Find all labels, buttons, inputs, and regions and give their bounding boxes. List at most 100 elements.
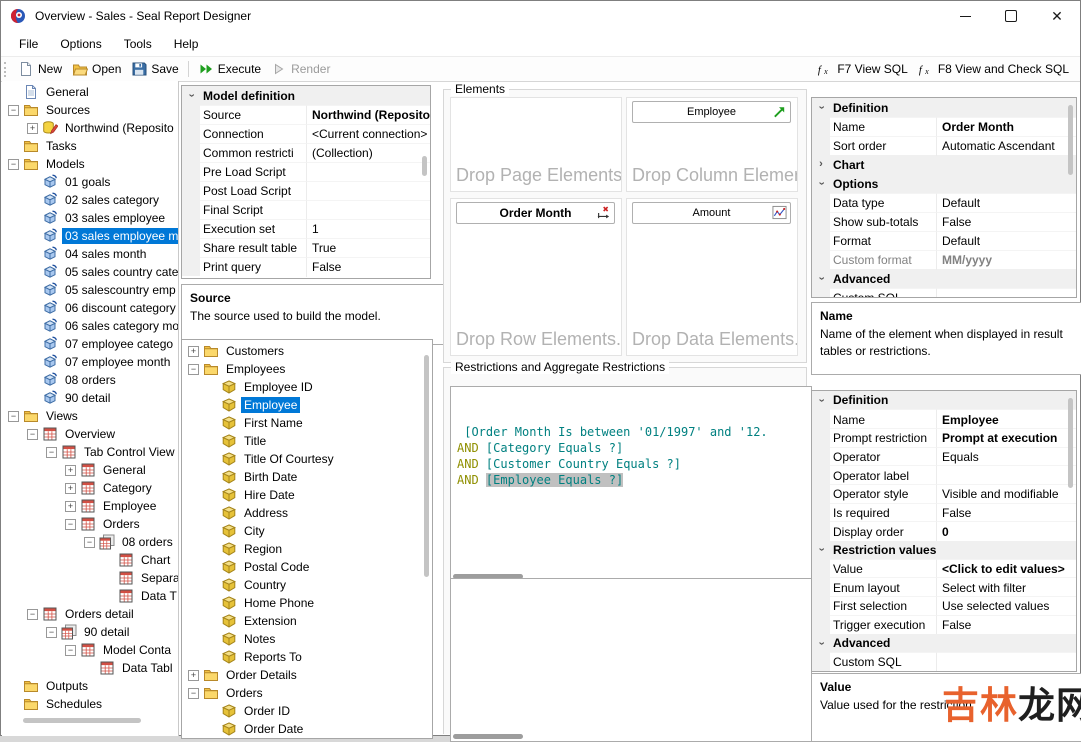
property-category[interactable]: › Definition [812, 391, 1076, 410]
tree-item[interactable]: Home Phone [182, 594, 432, 612]
property-category[interactable]: › Model definition [182, 86, 430, 105]
property-value[interactable] [936, 287, 1076, 297]
tree-item[interactable]: 08 orders [2, 371, 178, 389]
property-value[interactable] [306, 161, 430, 182]
property-row[interactable]: Is required False [812, 502, 1076, 523]
expand-expander-icon[interactable]: + [65, 500, 76, 512]
property-row[interactable]: Source Northwind (Reposito [182, 104, 430, 125]
f8-view-and-check-sql-button[interactable]: f x F8 View and Check SQL [913, 59, 1074, 79]
chevron-down-icon[interactable]: › [815, 273, 827, 284]
tree-item[interactable]: Postal Code [182, 558, 432, 576]
tree-item[interactable]: − 08 orders [2, 533, 178, 551]
tree-item[interactable]: Notes [182, 630, 432, 648]
tree-item[interactable]: − Orders [182, 684, 432, 702]
column-elements-drop-zone[interactable]: Drop Column Elements Employee [626, 97, 798, 192]
execute-button[interactable]: Execute [193, 59, 266, 79]
property-value[interactable]: Automatic Ascendant [936, 135, 1076, 156]
property-value[interactable]: False [306, 256, 430, 277]
expand-expander-icon[interactable]: + [188, 669, 199, 681]
restriction-grid-vscrollbar[interactable] [1068, 398, 1073, 488]
tree-item[interactable]: − Models [2, 155, 178, 173]
menu-item-help[interactable]: Help [163, 33, 210, 55]
property-value[interactable]: (Collection) [306, 142, 430, 163]
tree-item[interactable]: General [2, 83, 178, 101]
page-elements-drop-zone[interactable]: Drop Page Elements... [450, 97, 622, 192]
collapse-expander-icon[interactable]: − [27, 428, 38, 440]
property-row[interactable]: Show sub-totals False [812, 211, 1076, 232]
report-tree[interactable]: General − Sources + Northwind (Reposito Tasks… [2, 81, 179, 736]
tree-item[interactable]: Title [182, 432, 432, 450]
restriction-line[interactable]: AND [Category Equals ?] [457, 440, 805, 456]
property-value[interactable]: True [306, 237, 430, 258]
property-category[interactable]: › Chart [812, 155, 1076, 174]
model-definition-grid[interactable]: › Model definition Source Northwind (Reposi… [181, 85, 431, 279]
collapse-expander-icon[interactable]: − [8, 104, 19, 116]
collapse-expander-icon[interactable]: − [84, 536, 95, 548]
property-row[interactable]: Format Default [812, 230, 1076, 251]
new-button[interactable]: New [13, 59, 67, 79]
tree-item[interactable]: Outputs [2, 677, 178, 695]
property-row[interactable]: Prompt restriction Prompt at execution [812, 427, 1076, 448]
collapse-expander-icon[interactable]: − [65, 518, 76, 530]
tree-item[interactable]: Chart [2, 551, 178, 569]
property-row[interactable]: Value <Click to edit values> [812, 558, 1076, 579]
tree-item[interactable]: Employee [182, 396, 432, 414]
property-value[interactable]: <Click to edit values> [936, 558, 1076, 579]
property-row[interactable]: Operator Equals [812, 446, 1076, 467]
property-row[interactable]: Name Order Month [812, 116, 1076, 137]
tree-item[interactable]: Address [182, 504, 432, 522]
tree-item[interactable]: + Category [2, 479, 178, 497]
maximize-button[interactable] [988, 1, 1034, 31]
property-row[interactable]: Custom format MM/yyyy [812, 249, 1076, 270]
close-button[interactable]: ✕ [1034, 1, 1080, 31]
property-value[interactable]: Default [936, 230, 1076, 251]
restriction-line[interactable]: [Order Month Is between '01/1997' and '1… [457, 424, 805, 440]
property-row[interactable]: Trigger execution False [812, 614, 1076, 635]
property-row[interactable]: Enum layout Select with filter [812, 577, 1076, 598]
tree-item[interactable]: 04 sales month [2, 245, 178, 263]
restriction-property-grid[interactable]: › Definition Name Employee Prompt restrictio… [811, 390, 1077, 672]
tree-item[interactable]: − Orders [2, 515, 178, 533]
tree-item[interactable]: Schedules [2, 695, 178, 713]
model-grid-vscrollbar[interactable] [422, 156, 427, 176]
property-row[interactable]: Print query False [182, 256, 430, 277]
minimize-button[interactable] [942, 1, 988, 31]
tree-item[interactable]: − Overview [2, 425, 178, 443]
f7-view-sql-button[interactable]: f x F7 View SQL [812, 59, 912, 79]
tree-item[interactable]: 01 goals [2, 173, 178, 191]
element-chip[interactable]: Employee [632, 101, 791, 123]
tree-item[interactable]: − Employees [182, 360, 432, 378]
fields-tree-vscrollbar[interactable] [424, 355, 429, 577]
collapse-expander-icon[interactable]: − [8, 158, 19, 170]
tree-item[interactable]: 03 sales employee m [2, 227, 178, 245]
open-button[interactable]: Open [67, 59, 126, 79]
tree-item[interactable]: 06 discount category [2, 299, 178, 317]
property-row[interactable]: Connection <Current connection> [182, 123, 430, 144]
property-value[interactable]: Use selected values [936, 596, 1076, 616]
property-row[interactable]: Final Script [182, 199, 430, 220]
tree-item[interactable]: Separa [2, 569, 178, 587]
property-value[interactable]: Default [936, 192, 1076, 213]
source-fields-tree[interactable]: + Customers − Employees Employee ID Employee F… [181, 339, 433, 739]
tree-item[interactable]: − Model Conta [2, 641, 178, 659]
tree-item[interactable]: Birth Date [182, 468, 432, 486]
expand-expander-icon[interactable]: + [27, 122, 38, 134]
property-value[interactable] [936, 652, 1076, 671]
chevron-right-icon[interactable]: › [819, 159, 823, 170]
title-bar[interactable]: Overview - Sales - Seal Report Designer … [1, 1, 1080, 31]
element-chip[interactable]: Order Month [456, 202, 615, 224]
tree-item[interactable]: − Views [2, 407, 178, 425]
tree-item[interactable]: City [182, 522, 432, 540]
property-row[interactable]: First selection Use selected values [812, 596, 1076, 616]
property-category[interactable]: › Options [812, 174, 1076, 193]
tree-item[interactable]: + Customers [182, 342, 432, 360]
property-value[interactable]: <Current connection> [306, 123, 430, 144]
property-row[interactable]: Operator label [812, 465, 1076, 485]
property-row[interactable]: Operator style Visible and modifiable [812, 483, 1076, 504]
tree-item[interactable]: Order ID [182, 702, 432, 720]
tree-item[interactable]: − 90 detail [2, 623, 178, 641]
property-value[interactable]: False [936, 502, 1076, 523]
left-tree-hscrollbar[interactable] [23, 718, 141, 723]
chevron-down-icon[interactable]: › [815, 178, 827, 189]
aggregate-restrictions-editor[interactable] [450, 578, 812, 742]
